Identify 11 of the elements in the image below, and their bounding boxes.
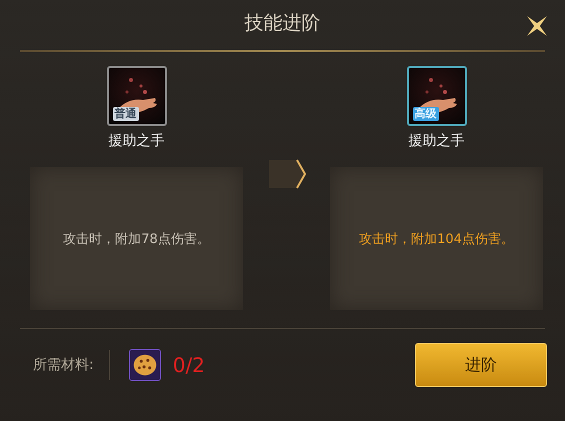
cookie-icon xyxy=(128,349,161,381)
material-count: 0/2 xyxy=(172,353,205,377)
grade-badge: 普通 xyxy=(112,107,138,121)
advance-button[interactable]: 进阶 xyxy=(415,343,547,387)
grade-badge: 高级 xyxy=(412,107,438,121)
skill-name: 援助之手 xyxy=(108,132,164,150)
materials-label: 所需材料: xyxy=(33,356,94,374)
skill-name: 援助之手 xyxy=(408,132,464,150)
skill-description: 攻击时，附加78点伤害。 xyxy=(63,230,210,248)
skill-description: 攻击时，附加104点伤害。 xyxy=(359,230,514,248)
window-title: 技能进阶 xyxy=(244,12,320,34)
